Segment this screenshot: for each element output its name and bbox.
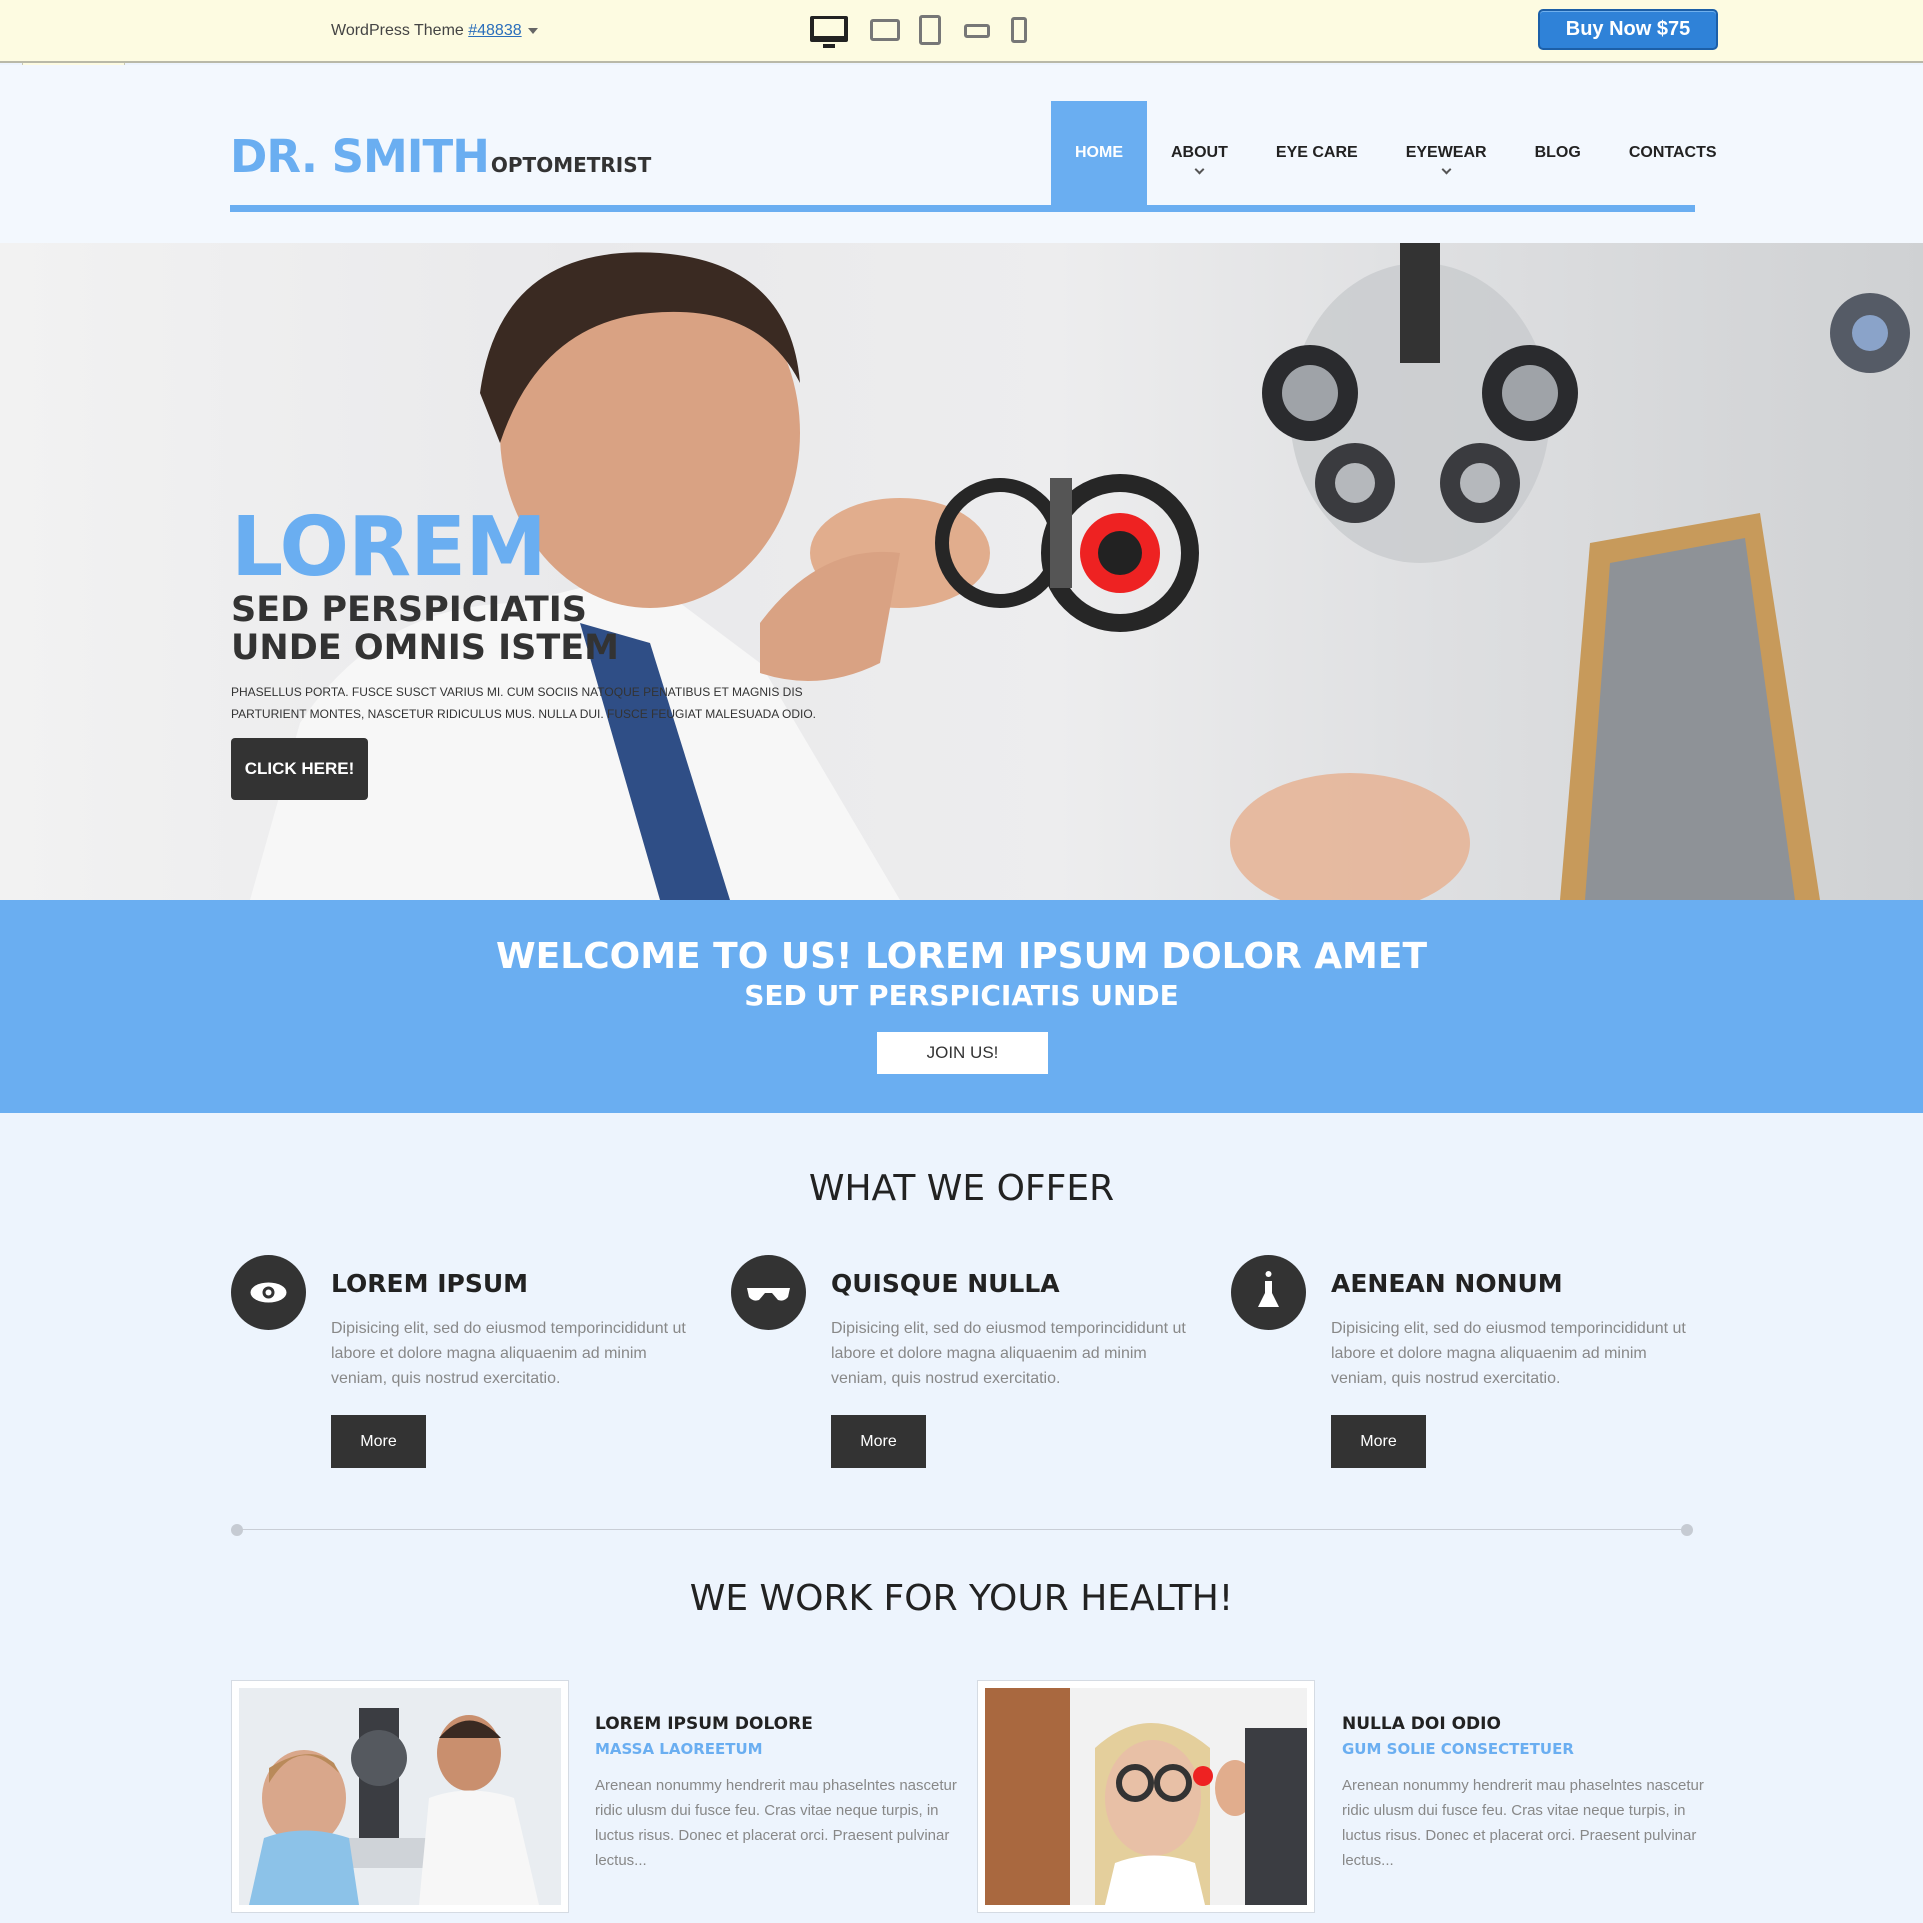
hero-title: LOREM	[231, 500, 547, 595]
theme-label[interactable]: WordPress Theme #48838	[331, 22, 538, 40]
offer-title: QUISQUE NULLA	[831, 1269, 1060, 1298]
flask-icon	[1231, 1255, 1306, 1330]
offer-text: Dipisicing elit, sed do eiusmod temporin…	[831, 1320, 1186, 1387]
preview-bar: WordPress Theme #48838 Buy Now $75	[0, 0, 1923, 63]
offer-card: LOREM IPSUM Dipisicing elit, sed do eius…	[231, 1255, 701, 1475]
health-item-subtitle: GUM SOLIE CONSECTETUER	[1342, 1740, 1574, 1758]
phone-portrait-icon[interactable]	[1011, 17, 1027, 43]
site-logo[interactable]: DR. SMITH OPTOMETRIST	[230, 130, 651, 183]
welcome-band: WELCOME TO US! LOREM IPSUM DOLOR AMET SE…	[0, 900, 1923, 1113]
nav-item-eyewear[interactable]: EYEWEAR	[1382, 101, 1511, 205]
health-item-text: Arenean nonummy hendrerit mau phaselntes…	[1342, 1777, 1704, 1869]
buy-now-button[interactable]: Buy Now $75	[1538, 9, 1718, 50]
nav-label: EYE CARE	[1275, 144, 1358, 161]
main-nav: HOME ABOUT EYE CARE EYEWEAR BLOG CONTACT…	[1051, 101, 1741, 205]
hero-paragraph: PHASELLUS PORTA. FUSCE SUSCT VARIUS MI. …	[231, 685, 816, 721]
nav-item-blog[interactable]: BLOG	[1511, 101, 1605, 205]
hero-slider: LOREM SED PERSPICIATIS UNDE OMNIS ISTEM …	[0, 243, 1923, 900]
click-here-button[interactable]: CLICK HERE!	[231, 738, 368, 800]
logo-main-text: DR. SMITH	[230, 130, 490, 183]
nav-label: ABOUT	[1171, 144, 1228, 161]
chevron-down-icon	[1194, 164, 1205, 175]
tablet-portrait-icon[interactable]	[919, 15, 941, 45]
nav-underline	[230, 205, 1695, 212]
eye-icon	[231, 1255, 306, 1330]
offer-text: Dipisicing elit, sed do eiusmod temporin…	[1331, 1320, 1686, 1387]
join-us-button[interactable]: JOIN US!	[877, 1032, 1048, 1074]
health-section-title: WE WORK FOR YOUR HEALTH!	[689, 1578, 1234, 1619]
nav-label: BLOG	[1534, 144, 1581, 161]
welcome-subtitle: SED UT PERSPICIATIS UNDE	[744, 979, 1179, 1012]
offer-title: AENEAN NONUM	[1331, 1269, 1563, 1298]
theme-prefix: WordPress Theme	[331, 22, 469, 39]
offer-text: Dipisicing elit, sed do eiusmod temporin…	[331, 1320, 686, 1387]
nav-item-home[interactable]: HOME	[1051, 101, 1147, 205]
offer-section-title: WHAT WE OFFER	[808, 1168, 1115, 1209]
welcome-title: WELCOME TO US! LOREM IPSUM DOLOR AMET	[495, 936, 1428, 977]
photo-trial-frame[interactable]	[977, 1680, 1315, 1913]
nav-label: CONTACTS	[1628, 144, 1717, 161]
logo-sub-text: OPTOMETRIST	[490, 153, 652, 177]
offer-title: LOREM IPSUM	[331, 1269, 529, 1298]
phone-landscape-icon[interactable]	[964, 24, 990, 38]
health-item-title[interactable]: NULLA DOI ODIO	[1342, 1714, 1501, 1734]
tablet-landscape-icon[interactable]	[870, 19, 900, 41]
health-item-subtitle: MASSA LAOREETUM	[595, 1740, 763, 1758]
more-button[interactable]: More	[331, 1415, 426, 1468]
offer-card: QUISQUE NULLA Dipisicing elit, sed do ei…	[731, 1255, 1201, 1475]
sunglasses-icon	[731, 1255, 806, 1330]
offer-card: AENEAN NONUM Dipisicing elit, sed do eiu…	[1231, 1255, 1701, 1475]
divider-dot	[231, 1524, 243, 1536]
photo-eye-exam[interactable]	[231, 1680, 569, 1913]
nav-item-about[interactable]: ABOUT	[1147, 101, 1252, 205]
hero-subtitle-1: SED PERSPICIATIS	[231, 590, 587, 630]
health-item-title[interactable]: LOREM IPSUM DOLORE	[595, 1714, 813, 1734]
nav-label: HOME	[1075, 144, 1123, 161]
hero-subtitle-2: UNDE OMNIS ISTEM	[231, 628, 619, 668]
dropdown-caret-icon[interactable]	[527, 27, 538, 34]
site-header: DR. SMITH OPTOMETRIST HOME ABOUT EYE CARE…	[0, 65, 1923, 243]
more-button[interactable]: More	[831, 1415, 926, 1468]
more-button[interactable]: More	[1331, 1415, 1426, 1468]
nav-label: EYEWEAR	[1405, 144, 1487, 161]
divider-dot	[1681, 1524, 1693, 1536]
hero-text: LOREM SED PERSPICIATIS UNDE OMNIS ISTEM …	[231, 505, 851, 725]
nav-item-eye-care[interactable]: EYE CARE	[1252, 101, 1382, 205]
health-item-text: Arenean nonummy hendrerit mau phaselntes…	[595, 1777, 957, 1869]
desktop-view-icon[interactable]	[810, 16, 848, 48]
section-divider	[236, 1529, 1688, 1530]
nav-item-contacts[interactable]: CONTACTS	[1605, 101, 1741, 205]
theme-number-link[interactable]: #48838	[468, 22, 521, 39]
chevron-down-icon	[1441, 164, 1452, 175]
